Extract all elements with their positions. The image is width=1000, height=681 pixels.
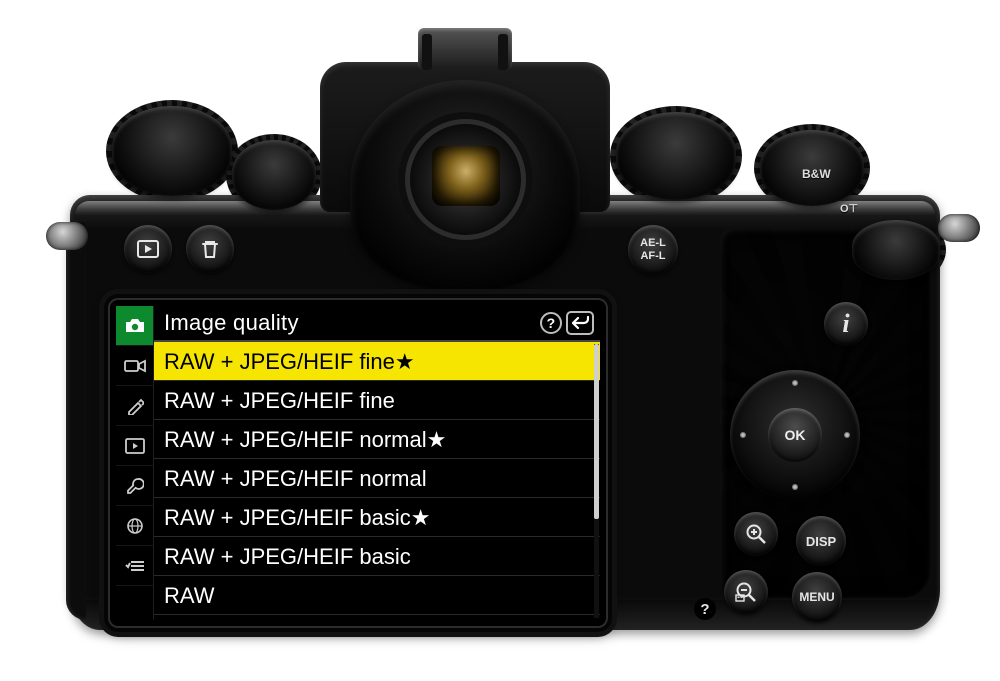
exposure-dial[interactable] <box>232 140 316 210</box>
dpad-right[interactable] <box>844 432 850 438</box>
tab-playback[interactable] <box>116 426 153 466</box>
tab-network[interactable] <box>116 506 153 546</box>
dpad-left[interactable] <box>740 432 746 438</box>
menu-item[interactable]: RAW + JPEG/HEIF fine <box>154 381 600 420</box>
multi-selector[interactable]: OK <box>730 370 860 500</box>
menu-title: Image quality <box>164 312 534 334</box>
viewfinder-glass <box>432 146 500 206</box>
help-icon[interactable]: ? <box>540 312 562 334</box>
back-arrow-icon <box>571 315 589 331</box>
menu-pane: Image quality ? RAW + JPEG/HEIF fine★RAW… <box>154 306 600 620</box>
menu-item[interactable]: RAW + JPEG/HEIF basic <box>154 537 600 576</box>
lcd-screen: Image quality ? RAW + JPEG/HEIF fine★RAW… <box>108 298 608 628</box>
wrench-icon <box>126 477 144 495</box>
menu-side-tabs <box>116 306 154 620</box>
strap-lug-right <box>938 214 980 242</box>
tab-mymenu[interactable] <box>116 546 153 586</box>
zoom-in-button[interactable] <box>734 512 778 556</box>
ael-afl-button[interactable]: AE-L AF-L <box>628 225 678 275</box>
menu-button[interactable]: MENU <box>792 572 842 622</box>
rear-command-dial[interactable] <box>852 220 940 280</box>
tab-photo[interactable] <box>116 306 153 346</box>
shutter-dial[interactable] <box>616 112 736 200</box>
dpad-down[interactable] <box>792 484 798 490</box>
menu-item[interactable]: RAW + JPEG/HEIF normal★ <box>154 420 600 459</box>
globe-icon <box>126 517 144 535</box>
strap-lug-left <box>46 222 88 250</box>
menu-list: RAW + JPEG/HEIF fine★RAW + JPEG/HEIF fin… <box>154 342 600 620</box>
disp-button[interactable]: DISP <box>796 516 846 566</box>
tab-custom[interactable] <box>116 386 153 426</box>
back-button[interactable] <box>566 311 594 335</box>
magnify-plus-icon <box>745 523 767 545</box>
play-rect-icon <box>125 438 145 454</box>
scrollbar-thumb[interactable] <box>594 344 599 519</box>
tab-video[interactable] <box>116 346 153 386</box>
delete-button[interactable] <box>186 225 234 273</box>
dpad-up[interactable] <box>792 380 798 386</box>
grip-left <box>66 220 86 620</box>
iso-dial[interactable] <box>112 106 232 196</box>
trash-icon <box>201 239 219 259</box>
magnify-minus-icon <box>735 581 757 603</box>
play-icon <box>137 240 159 258</box>
hotshoe <box>418 28 512 70</box>
scrollbar[interactable] <box>594 344 599 618</box>
camera-icon <box>124 318 146 334</box>
pencil-icon <box>126 397 144 415</box>
lock-label: O⊤ <box>840 204 858 215</box>
menu-item[interactable]: RAW + JPEG/HEIF normal <box>154 459 600 498</box>
video-icon <box>124 358 146 374</box>
menu-item[interactable]: RAW + JPEG/HEIF basic★ <box>154 498 600 537</box>
ok-button[interactable]: OK <box>768 408 822 462</box>
menu-header: Image quality ? <box>154 306 600 342</box>
menu-item[interactable]: RAW <box>154 576 600 615</box>
i-menu-button[interactable]: i <box>824 302 868 346</box>
menu-item[interactable]: RAW + JPEG/HEIF fine★ <box>154 342 600 381</box>
zoom-out-button[interactable] <box>724 570 768 614</box>
help-label: ? <box>694 598 716 620</box>
playback-button[interactable] <box>124 225 172 273</box>
mymenu-icon <box>125 559 145 573</box>
tab-setup[interactable] <box>116 466 153 506</box>
bw-label: B&W <box>802 168 831 180</box>
